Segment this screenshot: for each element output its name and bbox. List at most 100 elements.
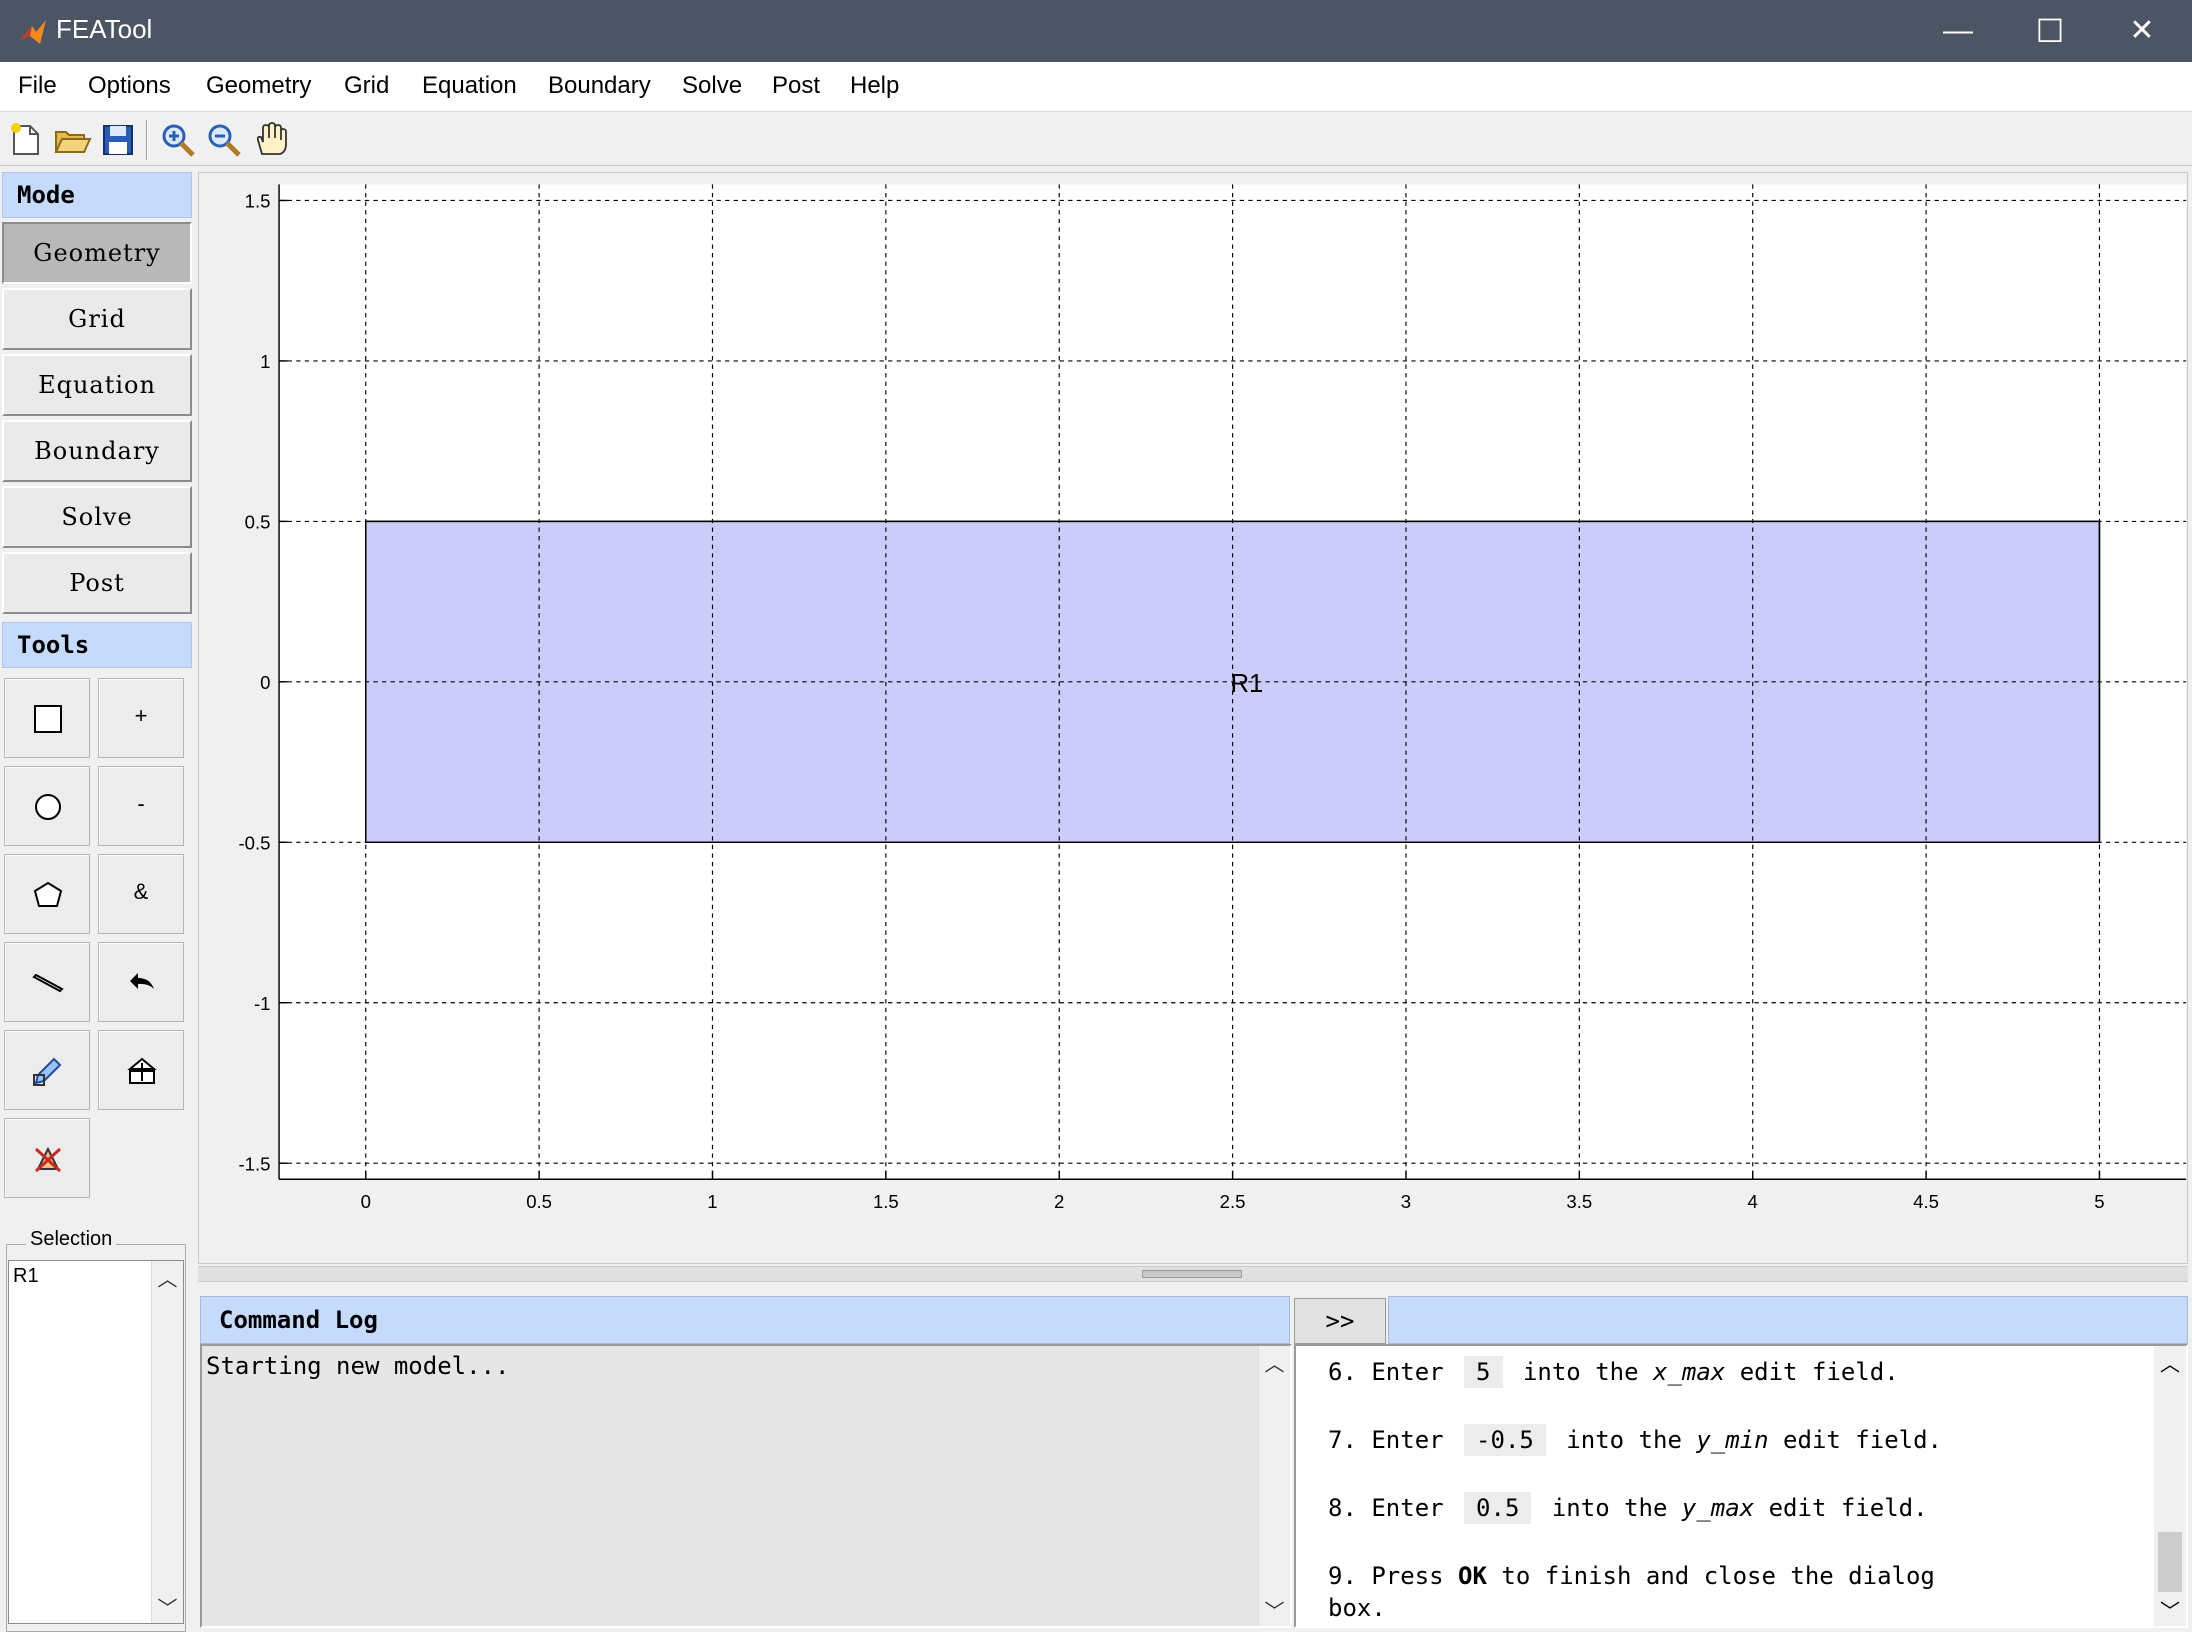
save-icon[interactable] bbox=[98, 120, 138, 160]
zoom-in-icon[interactable] bbox=[158, 120, 198, 160]
line-icon bbox=[32, 973, 64, 993]
pan-hand-icon[interactable] bbox=[250, 120, 290, 160]
splitter-grip[interactable] bbox=[1142, 1270, 1242, 1278]
delete-tool[interactable] bbox=[4, 1118, 90, 1198]
scroll-up-icon[interactable]: ︿ bbox=[1259, 1348, 1290, 1377]
help-text: edit field. bbox=[1725, 1358, 1899, 1386]
scroll-down-icon[interactable]: ﹀ bbox=[1259, 1595, 1290, 1624]
polygon-tool[interactable] bbox=[4, 854, 90, 934]
featool-logo-icon bbox=[20, 20, 46, 44]
union-tool[interactable]: + bbox=[98, 678, 184, 758]
command-log-header: Command Log bbox=[200, 1296, 1290, 1344]
scroll-up-icon[interactable]: ︿ bbox=[152, 1263, 183, 1292]
command-log-scrollbar[interactable]: ︿ ﹀ bbox=[1258, 1346, 1290, 1626]
union-label: + bbox=[134, 703, 148, 728]
circle-icon bbox=[35, 794, 61, 820]
menu-post[interactable]: Post bbox=[772, 72, 820, 100]
menu-solve[interactable]: Solve bbox=[682, 72, 742, 100]
x-tick-label: 4.5 bbox=[1913, 1191, 1939, 1212]
help-text: 7. Enter bbox=[1328, 1426, 1459, 1454]
x-tick-label: 4 bbox=[1748, 1191, 1758, 1212]
window-title: FEATool bbox=[56, 14, 153, 44]
selection-scrollbar[interactable]: ︿ ﹀ bbox=[151, 1261, 183, 1623]
mode-equation-button[interactable]: Equation bbox=[2, 354, 192, 416]
undo-tool[interactable] bbox=[98, 942, 184, 1022]
subtract-tool[interactable]: - bbox=[98, 766, 184, 846]
help-text: 9. Press bbox=[1328, 1562, 1459, 1590]
help-text: 8. Enter bbox=[1328, 1494, 1459, 1522]
undo-icon bbox=[130, 973, 154, 989]
y-tick-label: -0.5 bbox=[238, 832, 270, 853]
intersect-tool[interactable]: & bbox=[98, 854, 184, 934]
help-field: y_min bbox=[1696, 1426, 1769, 1454]
mode-geometry-button[interactable]: Geometry bbox=[2, 222, 192, 284]
menu-help[interactable]: Help bbox=[850, 72, 899, 100]
menu-boundary[interactable]: Boundary bbox=[548, 72, 651, 100]
help-step-9-cont: box. bbox=[1328, 1594, 1386, 1622]
close-button[interactable]: ✕ bbox=[2096, 0, 2188, 62]
polygon-icon bbox=[33, 881, 63, 907]
help-text: into the bbox=[1537, 1494, 1682, 1522]
x-tick-label: 1 bbox=[707, 1191, 717, 1212]
help-header bbox=[1388, 1296, 2188, 1344]
menu-file[interactable]: File bbox=[18, 72, 57, 100]
subtract-label: - bbox=[137, 791, 145, 816]
edit-icon bbox=[33, 1057, 62, 1086]
scroll-up-icon[interactable]: ︿ bbox=[2154, 1348, 2186, 1377]
menu-bar: File Options Geometry Grid Equation Boun… bbox=[0, 62, 2192, 112]
y-tick-label: -1 bbox=[254, 993, 271, 1014]
menu-geometry[interactable]: Geometry bbox=[206, 72, 311, 100]
help-text: to finish and close the dialog bbox=[1486, 1562, 1935, 1590]
menu-options[interactable]: Options bbox=[88, 72, 171, 100]
geometry-plot[interactable]: 0 0.5 1 1.5 2 2.5 3 3.5 4 4.5 5 1.5 1 0.5 0 -0.5 -1 -1.5 R… bbox=[199, 173, 2189, 1265]
open-folder-icon[interactable] bbox=[52, 120, 92, 160]
mode-solve-button[interactable]: Solve bbox=[2, 486, 192, 548]
mode-boundary-button[interactable]: Boundary bbox=[2, 420, 192, 482]
x-tick-label: 0 bbox=[361, 1191, 371, 1212]
delete-icon bbox=[34, 1146, 62, 1173]
left-panel: Mode Geometry Grid Equation Boundary Sol… bbox=[0, 166, 196, 1632]
command-log[interactable]: Starting new model... ︿ ﹀ bbox=[200, 1344, 1292, 1628]
circle-tool[interactable] bbox=[4, 766, 90, 846]
minimize-button[interactable]: — bbox=[1912, 0, 2004, 62]
zoom-out-icon[interactable] bbox=[204, 120, 244, 160]
command-log-text: Starting new model... bbox=[206, 1352, 510, 1380]
scroll-down-icon[interactable]: ﹀ bbox=[2154, 1595, 2186, 1624]
help-bold: OK bbox=[1458, 1562, 1487, 1590]
help-value: 5 bbox=[1464, 1356, 1503, 1388]
tools-header: Tools bbox=[2, 622, 192, 668]
new-file-icon[interactable] bbox=[6, 120, 46, 160]
line-tool[interactable] bbox=[4, 942, 90, 1022]
help-scroll-thumb[interactable] bbox=[2158, 1532, 2182, 1592]
mode-grid-button[interactable]: Grid bbox=[2, 288, 192, 350]
x-tick-label: 0.5 bbox=[526, 1191, 552, 1212]
y-tick-label: 1 bbox=[260, 351, 270, 372]
x-tick-label: 2 bbox=[1054, 1191, 1064, 1212]
edit-tool[interactable] bbox=[4, 1030, 90, 1110]
help-field: x_max bbox=[1653, 1358, 1726, 1386]
selection-item-r1[interactable]: R1 bbox=[13, 1265, 39, 1288]
help-text: into the bbox=[1508, 1358, 1653, 1386]
geometry-plot-area[interactable]: 0 0.5 1 1.5 2 2.5 3 3.5 4 4.5 5 1.5 1 0.5 0 -0.5 -1 -1.5 R… bbox=[198, 172, 2188, 1264]
toolbar-separator bbox=[146, 120, 148, 160]
help-field: y_max bbox=[1681, 1494, 1755, 1522]
scroll-down-icon[interactable]: ﹀ bbox=[152, 1592, 183, 1621]
y-tick-label: 0.5 bbox=[245, 512, 271, 533]
mode-post-button[interactable]: Post bbox=[2, 552, 192, 614]
help-scrollbar[interactable]: ︿ ﹀ bbox=[2154, 1346, 2186, 1626]
rectangle-tool[interactable] bbox=[4, 678, 90, 758]
maximize-button[interactable]: ☐ bbox=[2004, 0, 2096, 62]
x-tick-label: 2.5 bbox=[1220, 1191, 1246, 1212]
y-tick-label: 1.5 bbox=[245, 191, 271, 212]
x-tick-label: 3 bbox=[1401, 1191, 1411, 1212]
help-step-6: 6. Enter 5 into the x_max edit field. bbox=[1328, 1356, 1899, 1388]
selection-list[interactable]: R1 ︿ ﹀ bbox=[8, 1260, 184, 1624]
help-panel[interactable]: 6. Enter 5 into the x_max edit field. 7.… bbox=[1294, 1344, 2188, 1628]
menu-grid[interactable]: Grid bbox=[344, 72, 389, 100]
panel-splitter[interactable] bbox=[198, 1266, 2188, 1282]
toggle-help-button[interactable]: >> bbox=[1294, 1298, 1386, 1344]
x-tick-label: 5 bbox=[2094, 1191, 2104, 1212]
title-bar: FEATool — ☐ ✕ bbox=[0, 0, 2192, 62]
menu-equation[interactable]: Equation bbox=[422, 72, 517, 100]
import-tool[interactable] bbox=[98, 1030, 184, 1110]
